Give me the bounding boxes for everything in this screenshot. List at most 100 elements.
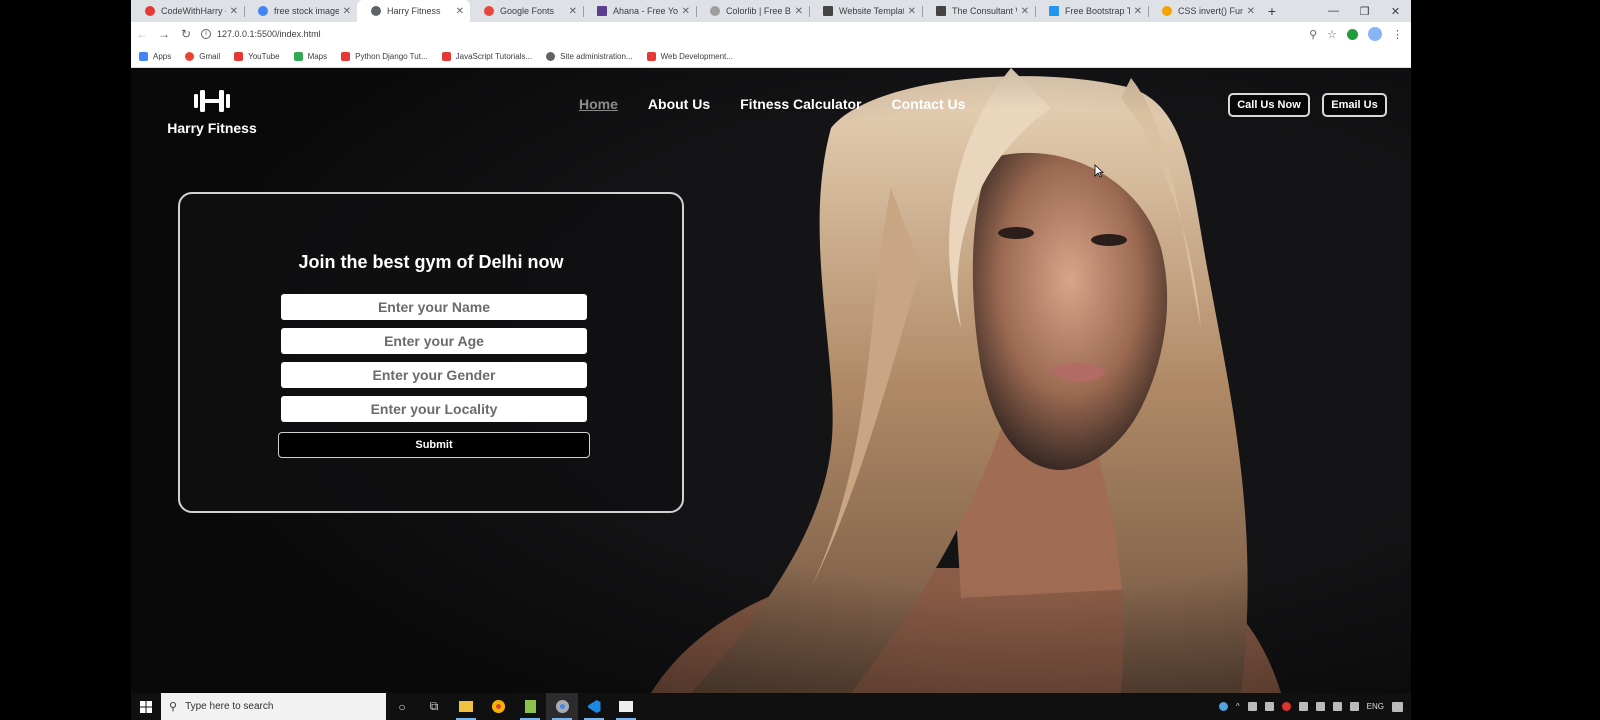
- close-icon[interactable]: ✕: [1247, 6, 1255, 17]
- bookmark-youtube[interactable]: YouTube: [234, 52, 280, 61]
- nav-about-us[interactable]: About Us: [648, 96, 710, 112]
- close-icon[interactable]: ✕: [1134, 6, 1142, 17]
- google-icon: [185, 52, 195, 61]
- info-icon[interactable]: i: [201, 29, 211, 39]
- bookmark-maps[interactable]: Maps: [293, 52, 327, 61]
- nav-home[interactable]: Home: [579, 96, 618, 112]
- close-icon[interactable]: ✕: [343, 6, 351, 17]
- restore-button[interactable]: ❐: [1349, 0, 1380, 22]
- bookmark-javascript[interactable]: JavaScript Tutorials...: [441, 52, 532, 61]
- close-icon[interactable]: ✕: [569, 6, 577, 17]
- bookmark-site-admin[interactable]: Site administration...: [546, 52, 633, 61]
- email-us-button[interactable]: Email Us: [1322, 93, 1387, 117]
- locality-input[interactable]: [281, 396, 587, 422]
- brand-logo[interactable]: Harry Fitness: [165, 88, 259, 136]
- youtube-icon: [646, 52, 656, 61]
- submit-button[interactable]: Submit: [278, 432, 590, 458]
- globe-icon: [546, 52, 556, 61]
- notepad-icon[interactable]: [514, 693, 546, 720]
- nav-fitness-calculator[interactable]: Fitness Calculator: [740, 96, 861, 112]
- system-tray: ^ ENG: [1218, 701, 1411, 712]
- chrome-window-icon[interactable]: [546, 693, 578, 720]
- web-page: Harry Fitness Home About Us Fitness Calc…: [131, 68, 1411, 693]
- tab-website-templates[interactable]: Website Templates |✕: [809, 0, 922, 22]
- tab-consultant[interactable]: The Consultant Web✕: [922, 0, 1035, 22]
- site-icon: [823, 6, 833, 16]
- main-nav: Home About Us Fitness Calculator Contact…: [579, 96, 965, 112]
- close-icon[interactable]: ✕: [795, 6, 803, 17]
- colorlib-icon: [710, 6, 720, 16]
- nav-contact-us[interactable]: Contact Us: [892, 96, 966, 112]
- bookmark-gmail[interactable]: Gmail: [185, 52, 220, 61]
- youtube-icon: [441, 52, 451, 61]
- bookmark-star-icon[interactable]: ☆: [1327, 28, 1337, 41]
- youtube-icon: [234, 52, 244, 61]
- age-input[interactable]: [281, 328, 587, 354]
- site-icon: [936, 6, 946, 16]
- new-tab-button[interactable]: +: [1261, 0, 1283, 22]
- close-window-button[interactable]: ✕: [1380, 0, 1411, 22]
- extension-icon[interactable]: [1347, 28, 1358, 40]
- kebab-menu-icon[interactable]: ⋮: [1392, 28, 1403, 41]
- bookmark-python-django[interactable]: Python Django Tut...: [341, 52, 428, 61]
- close-icon[interactable]: ✕: [908, 6, 916, 17]
- zoom-icon[interactable]: ⚲: [1309, 28, 1317, 41]
- battery-icon[interactable]: [1298, 702, 1308, 711]
- windows-taskbar: ⚲ Type here to search ○ ⧉ ^ ENG: [131, 693, 1411, 720]
- address-bar[interactable]: i 127.0.0.1:5500/index.html: [201, 25, 1309, 43]
- weather-icon[interactable]: [1218, 702, 1228, 711]
- task-view-icon[interactable]: ⧉: [418, 693, 450, 720]
- close-icon[interactable]: ✕: [230, 6, 238, 17]
- taskbar-search-input[interactable]: ⚲ Type here to search: [161, 693, 386, 720]
- bookmarks-bar: Apps Gmail YouTube Maps Python Django Tu…: [131, 46, 1411, 68]
- photos-icon[interactable]: [610, 693, 642, 720]
- tab-free-bootstrap[interactable]: Free Bootstrap The✕: [1035, 0, 1148, 22]
- tab-free-stock-images[interactable]: free stock images -✕: [244, 0, 357, 22]
- form-title: Join the best gym of Delhi now: [298, 252, 564, 272]
- reload-icon[interactable]: ↻: [175, 27, 197, 41]
- network-icon[interactable]: [1315, 702, 1325, 711]
- close-icon[interactable]: ✕: [682, 6, 690, 17]
- language-indicator[interactable]: ENG: [1367, 702, 1384, 711]
- site-icon: [1162, 6, 1172, 16]
- tab-codewithharry[interactable]: CodeWithHarry - Yo✕: [131, 0, 244, 22]
- chevron-up-icon[interactable]: ^: [1236, 702, 1240, 711]
- pen-icon[interactable]: [1349, 702, 1359, 711]
- cortana-icon[interactable]: ○: [386, 693, 418, 720]
- tab-harry-fitness[interactable]: Harry Fitness ✕: [357, 0, 470, 22]
- name-input[interactable]: [281, 294, 587, 320]
- microphone-icon[interactable]: [1264, 702, 1274, 711]
- tab-ahana[interactable]: Ahana - Free Yoga✕: [583, 0, 696, 22]
- volume-icon[interactable]: [1332, 702, 1342, 711]
- google-fonts-icon: [484, 6, 494, 16]
- tab-css-invert[interactable]: CSS invert() Functi✕: [1148, 0, 1261, 22]
- close-icon[interactable]: ✕: [1021, 6, 1029, 17]
- globe-icon: [371, 6, 381, 16]
- tab-google-fonts[interactable]: Google Fonts ✕: [470, 0, 583, 22]
- vscode-icon[interactable]: [578, 693, 610, 720]
- minimize-button[interactable]: —: [1318, 0, 1349, 22]
- onedrive-icon[interactable]: [1247, 702, 1257, 711]
- site-icon: [597, 6, 607, 16]
- windows-logo-icon: [140, 700, 152, 713]
- notifications-icon[interactable]: [1392, 701, 1403, 712]
- profile-avatar[interactable]: [1368, 27, 1382, 41]
- screen: CodeWithHarry - Yo✕ free stock images -✕…: [131, 0, 1411, 720]
- file-explorer-icon[interactable]: [450, 693, 482, 720]
- bookmark-web-development[interactable]: Web Development...: [646, 52, 733, 61]
- youtube-icon: [341, 52, 351, 61]
- mouse-cursor-icon: [1094, 164, 1104, 178]
- back-icon[interactable]: ←: [131, 27, 153, 41]
- call-us-button[interactable]: Call Us Now: [1228, 93, 1310, 117]
- browser-toolbar: ← → ↻ i 127.0.0.1:5500/index.html ⚲ ☆ ⋮: [131, 22, 1411, 46]
- gender-input[interactable]: [281, 362, 587, 388]
- record-icon[interactable]: [1281, 702, 1291, 711]
- bookmark-apps[interactable]: Apps: [139, 52, 171, 61]
- forward-icon[interactable]: →: [153, 27, 175, 41]
- url-text: 127.0.0.1:5500/index.html: [217, 29, 321, 39]
- close-icon[interactable]: ✕: [456, 6, 464, 17]
- tab-colorlib[interactable]: Colorlib | Free Boot✕: [696, 0, 809, 22]
- chrome-icon[interactable]: [482, 693, 514, 720]
- start-button[interactable]: [131, 700, 161, 713]
- google-icon: [258, 6, 268, 16]
